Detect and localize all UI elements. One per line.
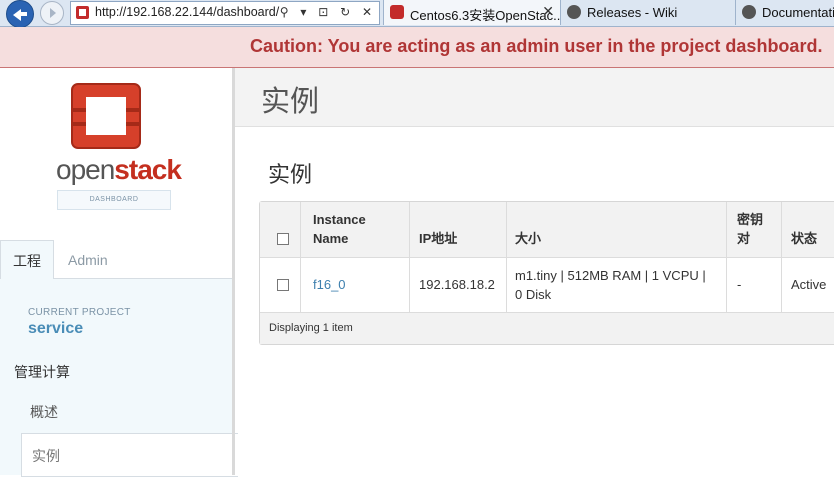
column-divider <box>781 202 782 312</box>
openstack-wordmark: openstack <box>56 154 182 185</box>
page-header: 实例 <box>235 68 834 127</box>
instances-table: Instance Name IP地址 大小 密钥对 状态 f16_0 192.16… <box>259 201 834 345</box>
browser-tab-label: Centos6.3安装OpenStac... <box>410 8 560 23</box>
mediawiki-favicon-icon <box>742 5 756 19</box>
sidebar-item-instances[interactable]: 实例 <box>21 433 238 477</box>
tab-admin[interactable]: Admin <box>68 240 108 278</box>
browser-tab-releases[interactable]: Releases - Wiki <box>560 0 735 25</box>
address-url[interactable]: http://192.168.22.144/dashboard/ <box>95 5 279 19</box>
openstack-cube-icon <box>71 83 141 149</box>
site-favicon-icon <box>76 6 89 19</box>
sidebar-divider <box>232 68 235 475</box>
table-count: Displaying 1 item <box>269 322 353 334</box>
browser-toolbar: http://192.168.22.144/dashboard/ ⚲ ▾ ⊡ ↻… <box>0 0 834 28</box>
openstack-favicon-icon <box>390 5 404 19</box>
openstack-logo[interactable]: openstack DASHBOARD <box>56 82 182 210</box>
sidebar-nav: CURRENT PROJECT service 管理计算 概述 实例 <box>0 279 238 477</box>
row-checkbox[interactable] <box>277 279 289 291</box>
address-bar[interactable]: http://192.168.22.144/dashboard/ ⚲ ▾ ⊡ ↻… <box>70 1 380 25</box>
col-size[interactable]: 大小 <box>515 229 541 248</box>
address-actions-icon[interactable]: ⚲ ▾ ⊡ ↻ ✕ <box>280 5 376 19</box>
section-title: 实例 <box>268 162 313 187</box>
browser-tab-label: Releases - Wiki <box>587 5 678 20</box>
col-keypair[interactable]: 密钥对 <box>737 210 763 248</box>
instance-status: Active <box>791 277 827 292</box>
table-row: f16_0 192.168.18.2 m1.tiny | 512MB RAM |… <box>260 258 834 313</box>
col-status[interactable]: 状态 <box>791 229 817 248</box>
sidebar-item-label: 实例 <box>32 448 60 464</box>
col-instance-name[interactable]: Instance Name <box>313 210 366 248</box>
select-all-checkbox[interactable] <box>277 233 289 245</box>
column-divider <box>506 202 507 312</box>
browser-tab-documentation[interactable]: Documentatio <box>735 0 834 25</box>
table-header: Instance Name IP地址 大小 密钥对 状态 <box>260 202 834 258</box>
browser-tab-label: Documentatio <box>762 5 834 20</box>
dashboard-label: DASHBOARD <box>57 190 171 210</box>
admin-caution-banner: Caution: You are acting as an admin user… <box>0 27 834 68</box>
browser-tab-centos[interactable]: Centos6.3安装OpenStac... ✕ <box>383 0 560 25</box>
sidebar-item-overview[interactable]: 概述 <box>30 402 58 422</box>
instance-name-link[interactable]: f16_0 <box>313 275 346 294</box>
close-tab-icon[interactable]: ✕ <box>542 3 554 20</box>
nav-heading-manage-compute: 管理计算 <box>14 364 70 380</box>
mediawiki-favicon-icon <box>567 5 581 19</box>
column-divider <box>409 202 410 312</box>
page-title: 实例 <box>261 86 320 118</box>
instance-keypair: - <box>737 277 742 292</box>
caution-text: Caution: You are acting as an admin user… <box>250 36 823 56</box>
current-project-label: CURRENT PROJECT <box>28 307 131 318</box>
column-divider <box>726 202 727 312</box>
col-ip[interactable]: IP地址 <box>419 229 457 248</box>
sidebar: openstack DASHBOARD 工程 Admin CURRENT PRO… <box>0 68 238 477</box>
forward-arrow-icon[interactable] <box>40 1 64 25</box>
current-project-name[interactable]: service <box>28 320 83 338</box>
back-arrow-icon[interactable] <box>6 0 34 28</box>
tab-project[interactable]: 工程 <box>0 240 54 279</box>
table-footer: Displaying 1 item <box>260 313 834 344</box>
dashboard-tabs: 工程 Admin <box>0 240 232 279</box>
instance-ip: 192.168.18.2 <box>419 277 495 292</box>
column-divider <box>300 202 301 312</box>
instance-size: m1.tiny | 512MB RAM | 1 VCPU | 0 Disk <box>515 268 706 302</box>
